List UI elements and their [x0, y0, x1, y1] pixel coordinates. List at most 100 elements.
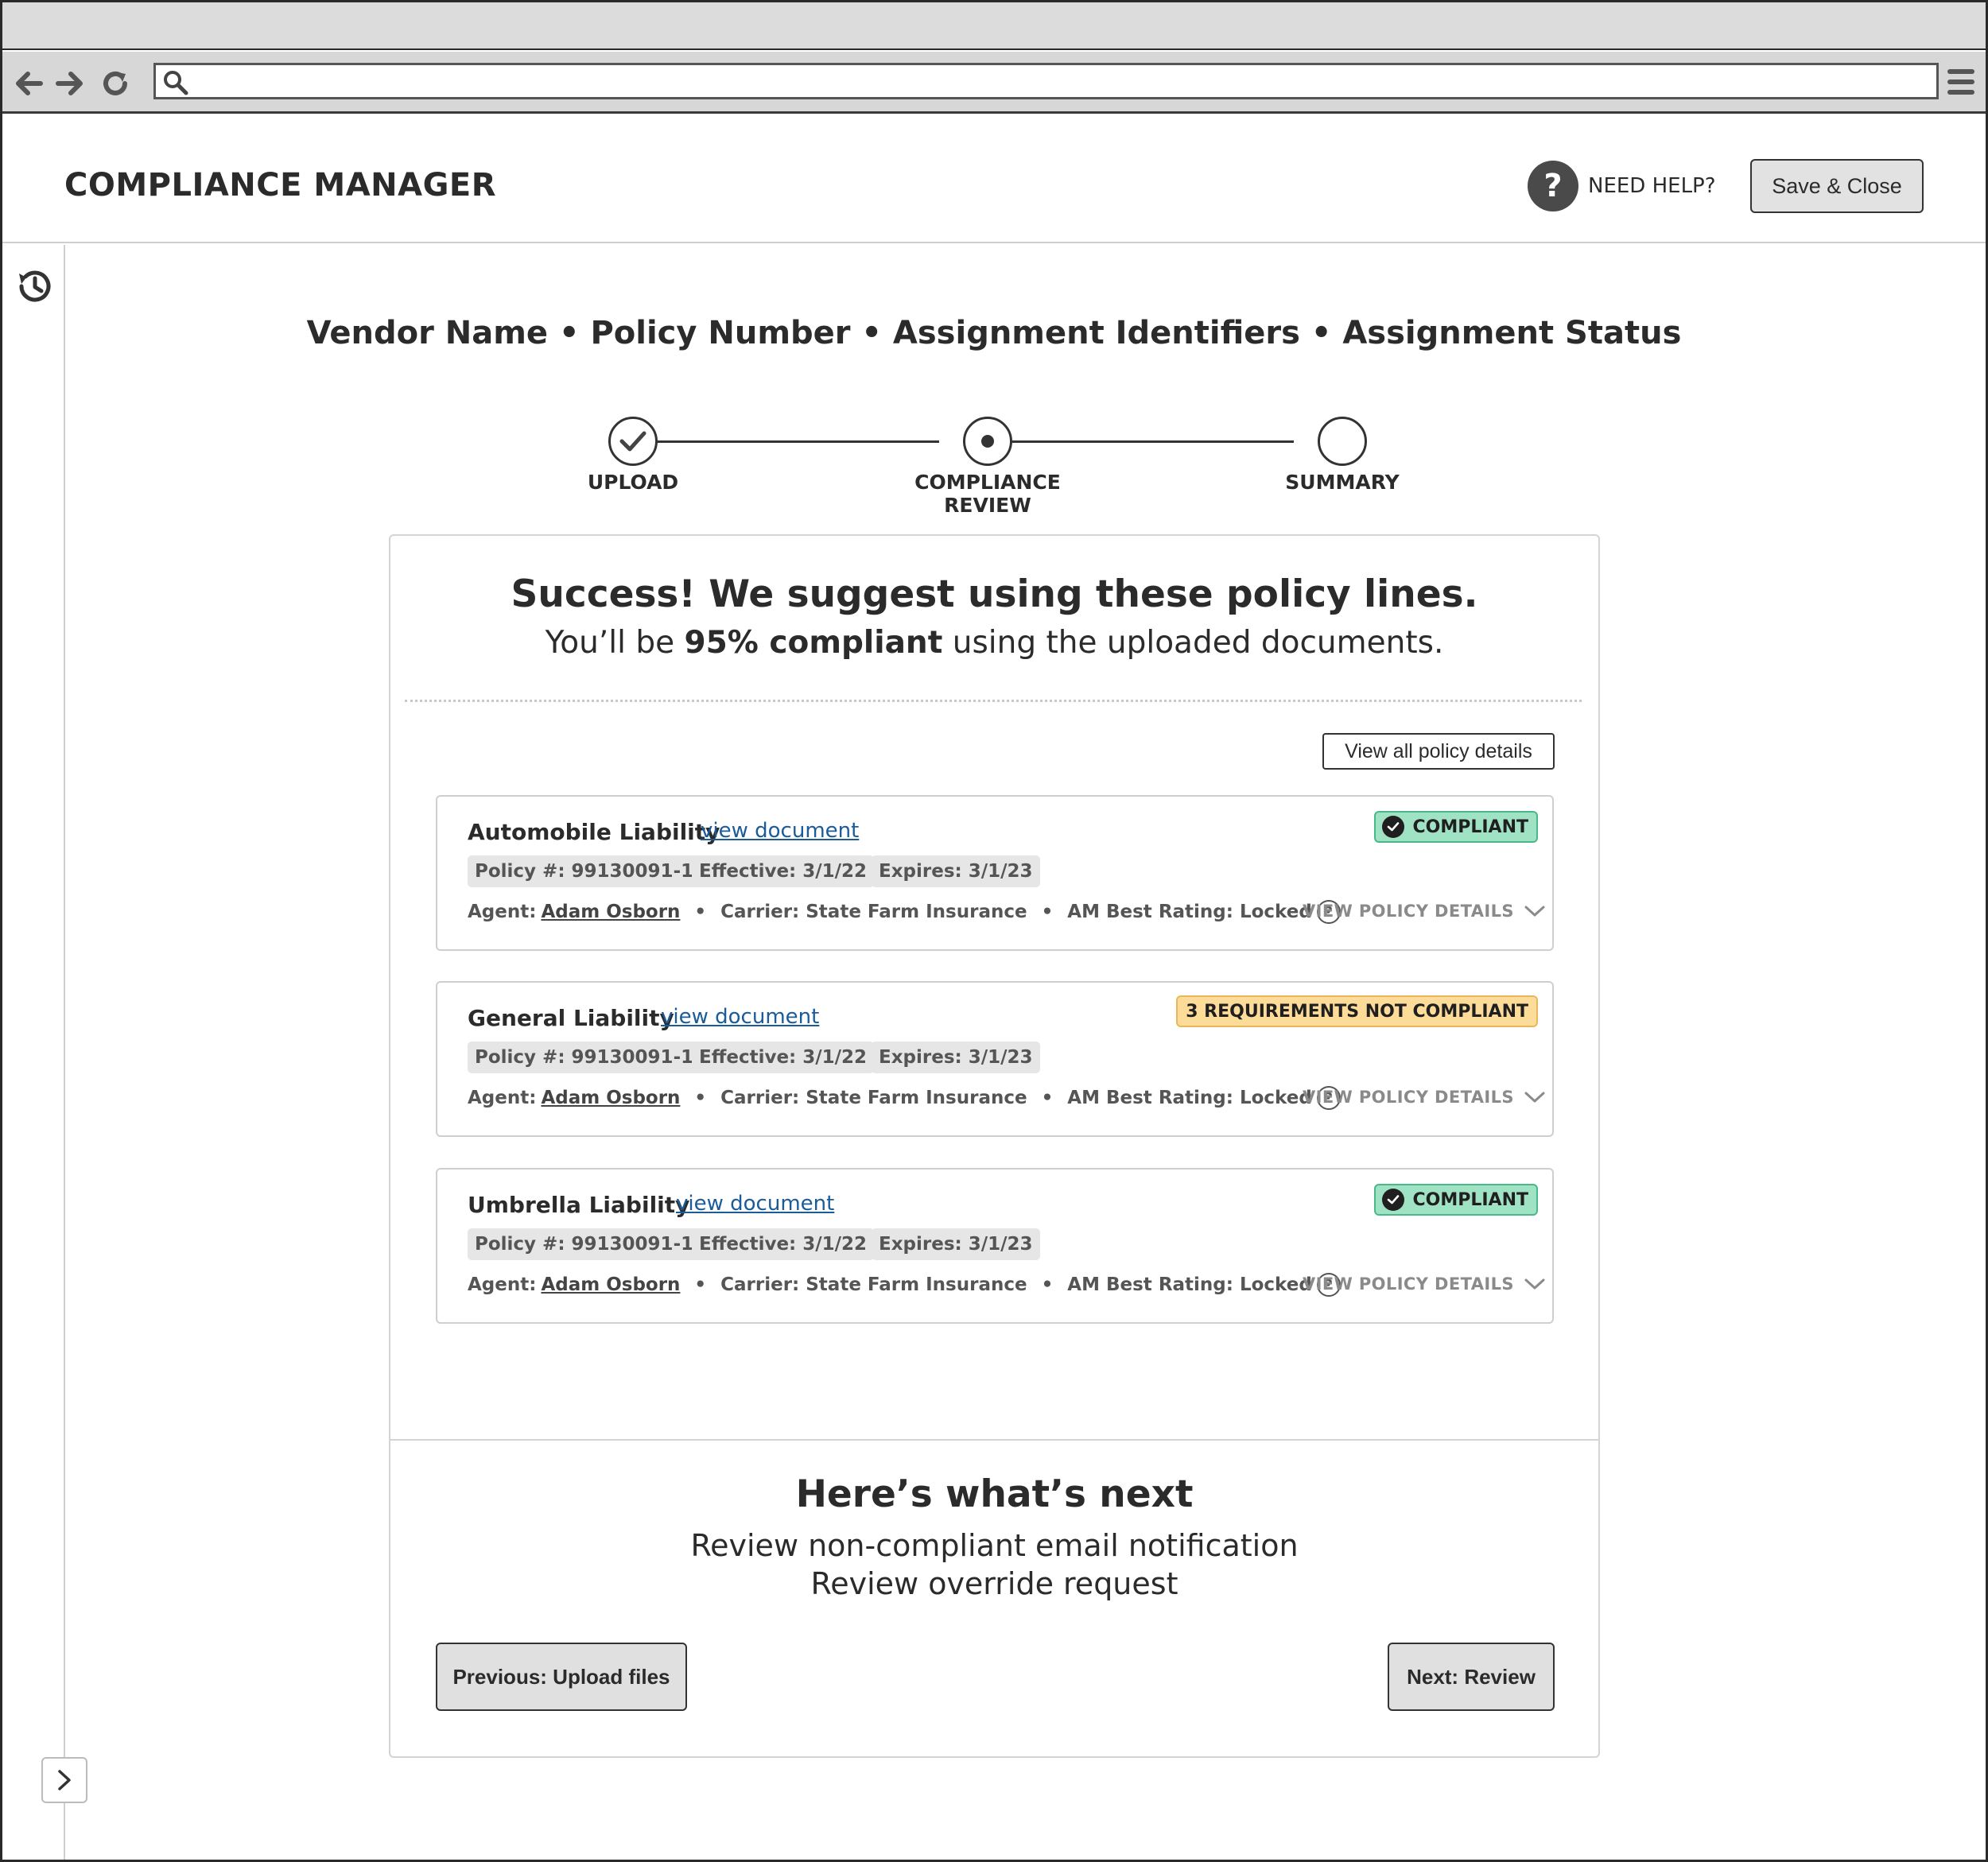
check-icon [1382, 816, 1405, 838]
step-label-upload: UPLOAD [587, 471, 679, 494]
progress-stepper: UPLOAD COMPLIANCE REVIEW SUMMARY [557, 413, 1431, 517]
stepper-connector [634, 440, 939, 443]
view-document-link[interactable]: view document [701, 819, 859, 843]
chevron-down-icon [1524, 1092, 1545, 1103]
need-help-link[interactable]: ? NEED HELP? [1528, 161, 1716, 211]
policy-card-umbrella: Umbrella Liability view document COMPLIA… [436, 1168, 1554, 1324]
policy-number-chip: Policy #: 99130091-14 [468, 1228, 714, 1260]
chevron-down-icon [1524, 1278, 1545, 1290]
rating-label: AM Best Rating: Locked [1067, 902, 1312, 922]
hamburger-menu-icon[interactable] [1946, 66, 1976, 98]
view-policy-details-toggle[interactable]: VIEW POLICY DETAILS [1303, 1088, 1546, 1107]
chevron-right-icon [58, 1770, 71, 1790]
step-compliance-review-current[interactable] [963, 417, 1012, 466]
rating-label: AM Best Rating: Locked [1067, 1274, 1312, 1295]
view-document-link[interactable]: view document [661, 1005, 819, 1029]
chevron-down-icon [1524, 906, 1545, 917]
app-header: COMPLIANCE MANAGER ? NEED HELP? Save & C… [2, 116, 1986, 243]
compliant-badge: COMPLIANT [1374, 811, 1538, 843]
carrier-label: Carrier: State Farm Insurance [720, 1088, 1027, 1108]
current-step-dot [981, 435, 994, 448]
reload-icon[interactable] [98, 66, 133, 101]
agent-label: Agent: [468, 902, 537, 922]
agent-label: Agent: [468, 1274, 537, 1295]
rating-label: AM Best Rating: Locked [1067, 1088, 1312, 1108]
separator-dot: • [1041, 1274, 1054, 1295]
policy-meta-row: Agent: Adam Osborn • Carrier: State Farm… [468, 900, 1341, 924]
stepper-connector [988, 440, 1294, 443]
browser-toolbar [2, 52, 1986, 114]
not-compliant-badge: 3 REQUIREMENTS NOT COMPLIANT [1176, 995, 1538, 1027]
summary-prefix: You’ll be [545, 625, 685, 661]
browser-titlebar [2, 2, 1986, 50]
next-step-item: Review override request [810, 1566, 1178, 1601]
previous-upload-files-button[interactable]: Previous: Upload files [436, 1643, 687, 1711]
step-label-compliance-review: COMPLIANCE REVIEW [914, 471, 1061, 517]
expand-sidebar-button[interactable] [41, 1757, 87, 1803]
next-step-item: Review non-compliant email notification [690, 1528, 1299, 1563]
app-title: COMPLIANCE MANAGER [64, 167, 497, 204]
policy-number-chip: Policy #: 99130091-16 [468, 1042, 714, 1073]
separator-dot: • [1041, 902, 1054, 922]
policy-meta-row: Agent: Adam Osborn • Carrier: State Farm… [468, 1086, 1341, 1110]
policy-name: Automobile Liability [468, 819, 720, 845]
badge-label: 3 REQUIREMENTS NOT COMPLIANT [1186, 1001, 1528, 1022]
carrier-label: Carrier: State Farm Insurance [720, 902, 1027, 922]
success-title: Success! We suggest using these policy l… [511, 572, 1478, 616]
forward-arrow-icon[interactable] [52, 66, 87, 101]
view-all-policy-details-button[interactable]: View all policy details [1322, 733, 1555, 770]
next-steps-title: Here’s what’s next [795, 1472, 1194, 1516]
assignment-breadcrumb: Vendor Name • Policy Number • Assignment… [306, 315, 1682, 351]
policy-card-automobile: Automobile Liability view document COMPL… [436, 795, 1554, 951]
separator-dot: • [1041, 1088, 1054, 1108]
policy-card-general: General Liability view document 3 REQUIR… [436, 981, 1554, 1137]
step-summary-upcoming[interactable] [1318, 417, 1367, 466]
section-divider [390, 1439, 1598, 1441]
save-close-button[interactable]: Save & Close [1750, 159, 1924, 213]
policy-meta-row: Agent: Adam Osborn • Carrier: State Farm… [468, 1273, 1341, 1297]
carrier-label: Carrier: State Farm Insurance [720, 1274, 1027, 1295]
compliance-summary: You’ll be 95% compliant using the upload… [390, 625, 1598, 661]
effective-date-chip: Effective: 3/1/22 [692, 1228, 875, 1260]
view-policy-details-label: VIEW POLICY DETAILS [1303, 1088, 1514, 1107]
agent-link[interactable]: Adam Osborn [541, 902, 680, 922]
separator-dot: • [694, 902, 707, 922]
view-policy-details-label: VIEW POLICY DETAILS [1303, 1274, 1514, 1294]
expiry-date-chip: Expires: 3/1/23 [872, 1042, 1040, 1073]
effective-date-chip: Effective: 3/1/22 [692, 855, 875, 887]
view-policy-details-toggle[interactable]: VIEW POLICY DETAILS [1303, 1274, 1546, 1294]
agent-link[interactable]: Adam Osborn [541, 1088, 680, 1108]
view-policy-details-label: VIEW POLICY DETAILS [1303, 902, 1514, 921]
expiry-date-chip: Expires: 3/1/23 [872, 1228, 1040, 1260]
back-arrow-icon[interactable] [12, 66, 47, 101]
need-help-label: NEED HELP? [1588, 174, 1716, 198]
compliance-review-card: Success! We suggest using these policy l… [389, 534, 1600, 1758]
view-policy-details-toggle[interactable]: VIEW POLICY DETAILS [1303, 902, 1546, 921]
policy-name: Umbrella Liability [468, 1192, 690, 1218]
compliance-percentage: 95% compliant [684, 625, 943, 661]
expiry-date-chip: Expires: 3/1/23 [872, 855, 1040, 887]
separator-dot: • [694, 1274, 707, 1295]
view-document-link[interactable]: view document [676, 1192, 834, 1216]
next-review-button[interactable]: Next: Review [1388, 1643, 1555, 1711]
summary-suffix: using the uploaded documents. [942, 625, 1444, 661]
side-rail [2, 245, 65, 1860]
check-icon [619, 431, 646, 452]
dotted-divider [405, 700, 1582, 702]
agent-link[interactable]: Adam Osborn [541, 1274, 680, 1295]
history-icon[interactable] [12, 264, 56, 308]
step-label-summary: SUMMARY [1285, 471, 1400, 494]
effective-date-chip: Effective: 3/1/22 [692, 1042, 875, 1073]
compliant-badge: COMPLIANT [1374, 1184, 1538, 1216]
check-icon [1382, 1189, 1405, 1211]
badge-label: COMPLIANT [1412, 1189, 1528, 1210]
step-upload-complete[interactable] [608, 417, 658, 466]
search-icon [164, 71, 188, 95]
agent-label: Agent: [468, 1088, 537, 1108]
address-bar[interactable] [153, 63, 1939, 99]
policy-name: General Liability [468, 1005, 674, 1031]
separator-dot: • [694, 1088, 707, 1108]
policy-number-chip: Policy #: 99130091-15 [468, 855, 714, 887]
badge-label: COMPLIANT [1412, 817, 1528, 837]
help-icon: ? [1528, 161, 1578, 211]
